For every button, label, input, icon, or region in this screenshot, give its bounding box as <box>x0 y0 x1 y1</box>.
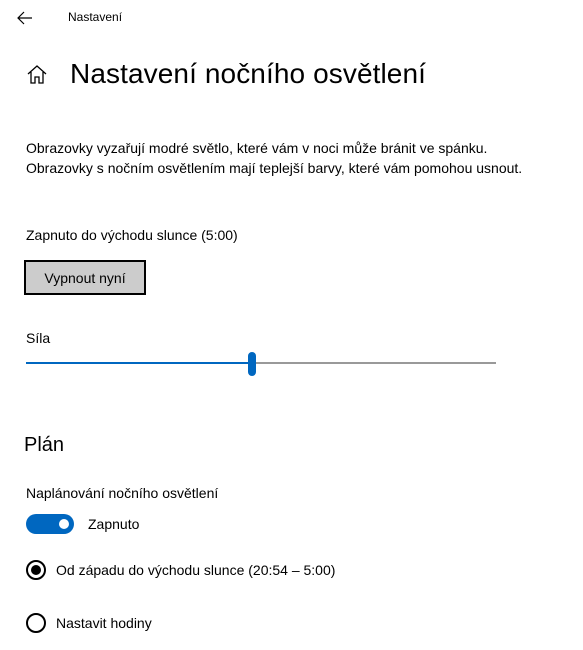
strength-label: Síla <box>26 330 51 346</box>
back-arrow-icon <box>17 11 32 25</box>
home-icon <box>27 65 47 84</box>
title-bar: Nastavení <box>0 0 583 36</box>
slider-thumb[interactable] <box>247 352 256 376</box>
turn-off-now-button[interactable]: Vypnout nyní <box>24 260 146 295</box>
strength-slider[interactable] <box>26 352 496 376</box>
page-header: Nastavení nočního osvětlení <box>24 58 426 90</box>
toggle-knob <box>59 519 69 529</box>
settings-window: Nastavení Nastavení nočního osvětlení Ob… <box>0 0 583 650</box>
radio-set-hours[interactable]: Nastavit hodiny <box>26 613 152 633</box>
schedule-section-title: Plán <box>24 434 65 456</box>
radio-button-unchecked[interactable] <box>26 613 46 633</box>
status-text: Zapnuto do východu slunce (5:00) <box>26 227 238 243</box>
slider-fill <box>26 362 252 364</box>
home-button[interactable] <box>24 61 50 87</box>
schedule-label: Naplánování nočního osvětlení <box>26 485 219 501</box>
schedule-toggle-row: Zapnuto <box>26 514 139 534</box>
back-button[interactable] <box>10 4 40 32</box>
radio-label: Nastavit hodiny <box>56 615 152 631</box>
radio-button-checked[interactable] <box>26 560 46 580</box>
description-text: Obrazovky vyzařují modré světlo, které v… <box>26 140 523 176</box>
window-title: Nastavení <box>68 10 123 24</box>
page-title: Nastavení nočního osvětlení <box>70 58 427 89</box>
toggle-state-label: Zapnuto <box>88 516 140 532</box>
schedule-toggle[interactable] <box>26 514 74 534</box>
radio-label: Od západu do východu slunce (20:54 – 5:0… <box>56 562 336 578</box>
radio-sunset-to-sunrise[interactable]: Od západu do východu slunce (20:54 – 5:0… <box>26 560 335 580</box>
